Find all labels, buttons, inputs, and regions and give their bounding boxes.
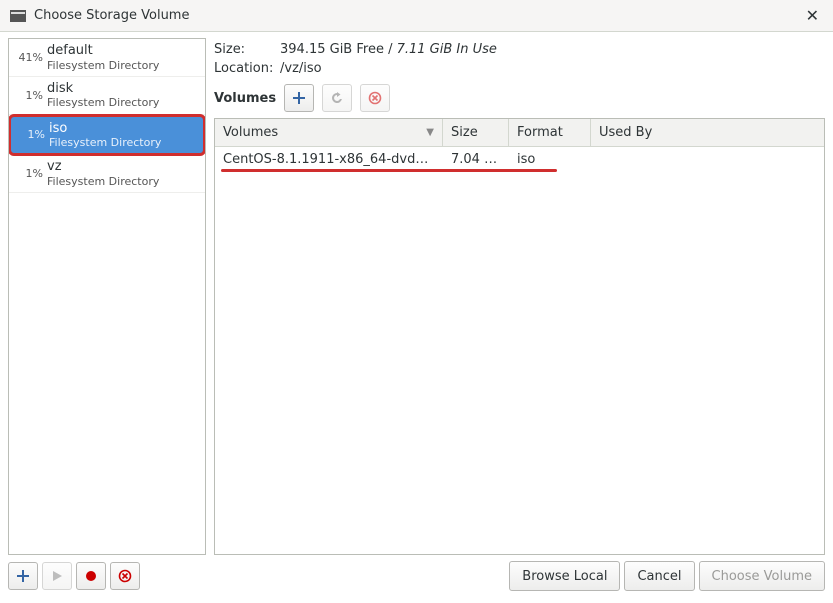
refresh-volume-button[interactable] <box>322 84 352 112</box>
header-format[interactable]: Format <box>509 119 591 146</box>
delete-circle-icon <box>118 569 132 583</box>
pool-pct: 1% <box>15 89 47 102</box>
pool-sub: Filesystem Directory <box>49 136 197 149</box>
pool-sub: Filesystem Directory <box>47 59 199 72</box>
location-value: /vz/iso <box>280 61 322 76</box>
pool-item-vz[interactable]: 1% vz Filesystem Directory <box>9 155 205 193</box>
refresh-icon <box>330 91 344 105</box>
header-usedby[interactable]: Used By <box>591 119 824 146</box>
titlebar: Choose Storage Volume ✕ <box>0 0 833 32</box>
cell-format: iso <box>509 152 591 167</box>
pool-item-disk[interactable]: 1% disk Filesystem Directory <box>9 77 205 115</box>
close-icon[interactable]: ✕ <box>802 4 823 28</box>
choose-volume-button[interactable]: Choose Volume <box>699 561 825 591</box>
start-pool-button[interactable] <box>42 562 72 590</box>
pool-sub: Filesystem Directory <box>47 175 199 188</box>
stop-record-icon <box>85 570 97 582</box>
header-volumes[interactable]: Volumes ▼ <box>215 119 443 146</box>
pool-pct: 1% <box>15 167 47 180</box>
header-size[interactable]: Size <box>443 119 509 146</box>
size-value: 394.15 GiB Free / 7.11 GiB In Use <box>280 42 497 57</box>
pool-pct: 1% <box>17 128 49 141</box>
annotation-underline <box>221 169 557 172</box>
pool-name: iso <box>49 121 197 137</box>
pool-pct: 41% <box>15 51 47 64</box>
footer: Browse Local Cancel Choose Volume <box>0 555 833 597</box>
add-volume-button[interactable] <box>284 84 314 112</box>
pool-list: 41% default Filesystem Directory 1% disk… <box>8 38 206 555</box>
plus-icon <box>16 569 30 583</box>
right-pane: Size: 394.15 GiB Free / 7.11 GiB In Use … <box>214 38 825 555</box>
browse-local-button[interactable]: Browse Local <box>509 561 620 591</box>
pool-item-default[interactable]: 41% default Filesystem Directory <box>9 39 205 77</box>
cell-size: 7.04 GiB <box>443 152 509 167</box>
size-label: Size: <box>214 42 280 57</box>
sort-indicator-icon: ▼ <box>426 127 434 138</box>
location-label: Location: <box>214 61 280 76</box>
plus-icon <box>292 91 306 105</box>
pool-name: disk <box>47 81 199 97</box>
volumes-label: Volumes <box>214 91 276 106</box>
play-icon <box>51 570 63 582</box>
pool-name: vz <box>47 159 199 175</box>
pool-name: default <box>47 43 199 59</box>
volumes-toolbar: Volumes <box>214 84 825 112</box>
details: Size: 394.15 GiB Free / 7.11 GiB In Use … <box>214 38 825 84</box>
delete-volume-button[interactable] <box>360 84 390 112</box>
add-pool-button[interactable] <box>8 562 38 590</box>
delete-circle-icon <box>368 91 382 105</box>
stop-pool-button[interactable] <box>76 562 106 590</box>
volumes-table: Volumes ▼ Size Format Used By CentOS-8.1… <box>214 118 825 555</box>
storage-icon <box>10 10 26 22</box>
main-area: 41% default Filesystem Directory 1% disk… <box>0 32 833 555</box>
pool-sub: Filesystem Directory <box>47 96 199 109</box>
volumes-header: Volumes ▼ Size Format Used By <box>215 119 824 147</box>
cell-name: CentOS-8.1.1911-x86_64-dvd1.iso <box>215 152 443 167</box>
window-title: Choose Storage Volume <box>34 8 802 23</box>
table-row[interactable]: CentOS-8.1.1911-x86_64-dvd1.iso 7.04 GiB… <box>215 147 824 171</box>
delete-pool-button[interactable] <box>110 562 140 590</box>
cancel-button[interactable]: Cancel <box>624 561 694 591</box>
pool-item-iso[interactable]: 1% iso Filesystem Directory <box>8 114 206 157</box>
